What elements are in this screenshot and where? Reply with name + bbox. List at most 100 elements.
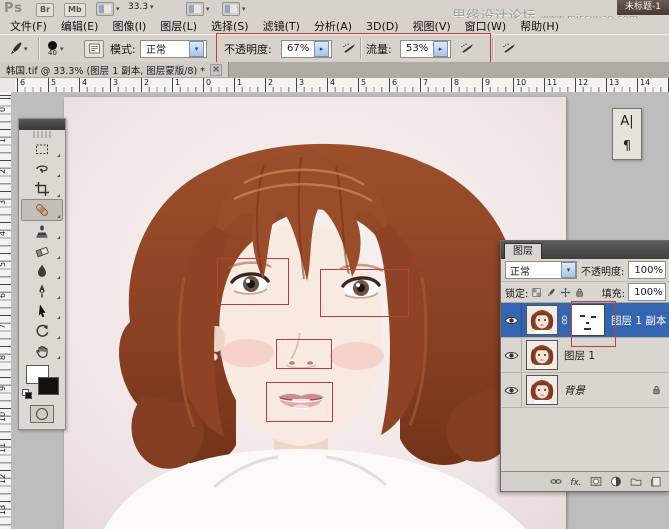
- launch-bridge-button[interactable]: Br: [36, 3, 55, 17]
- clone-stamp-tool[interactable]: [22, 221, 62, 241]
- new-adjustment-layer-button[interactable]: [608, 474, 624, 489]
- launch-mini-bridge-button[interactable]: Mb: [64, 3, 86, 17]
- menu-item-8[interactable]: 3D(D): [362, 20, 409, 33]
- default-colors-icon[interactable]: [22, 389, 32, 399]
- document-tab[interactable]: 韩国.tif @ 33.3% (图层 1 副本, 图层蒙版/8) * ×: [0, 62, 230, 77]
- new-layer-button[interactable]: [648, 474, 664, 489]
- path-selection-icon: [34, 303, 50, 319]
- brush-preset-picker[interactable]: 40 ▾: [48, 35, 64, 62]
- rotate-view-tool[interactable]: [22, 321, 62, 341]
- lock-pixels-icon[interactable]: [545, 286, 556, 299]
- layer-row-layer-1[interactable]: 图层 1: [501, 338, 669, 373]
- toggle-brush-panel-button[interactable]: [84, 35, 104, 62]
- ruler-number: 9: [485, 78, 491, 87]
- menu-item-3[interactable]: 图像(I): [108, 18, 156, 34]
- menu-item-10[interactable]: 窗口(W): [461, 18, 516, 34]
- chevron-down-icon: ▾: [150, 3, 154, 11]
- new-layer-icon: [649, 475, 663, 488]
- layer-name[interactable]: 背景: [564, 383, 585, 398]
- crop-tool[interactable]: [22, 179, 62, 199]
- view-extras-control[interactable]: ▾: [186, 2, 210, 16]
- ruler-number: 14: [640, 78, 651, 87]
- add-layer-mask-button[interactable]: [588, 474, 604, 489]
- spot-healing-brush-tool[interactable]: [21, 199, 63, 221]
- tools-panel-grip[interactable]: [33, 131, 51, 138]
- current-tool-dropdown[interactable]: ▾: [6, 35, 28, 62]
- character-panel-icon[interactable]: A|: [620, 114, 633, 129]
- tools-panel-header[interactable]: [19, 119, 65, 130]
- fill-input[interactable]: 100%: [628, 283, 667, 301]
- horizontal-ruler[interactable]: 6543210123456789101112131415: [15, 78, 669, 93]
- ruler-number: 1: [175, 78, 181, 87]
- ruler-corner[interactable]: [0, 78, 16, 93]
- opacity-value: 67%: [287, 43, 310, 54]
- menu-item-2[interactable]: 编辑(E): [57, 18, 109, 34]
- layers-blend-mode-select[interactable]: 正常 ▾: [505, 261, 578, 279]
- visibility-toggle[interactable]: [501, 303, 522, 337]
- layers-tab[interactable]: 图层: [504, 243, 542, 259]
- new-group-button[interactable]: [628, 474, 644, 489]
- eraser-tool[interactable]: [22, 241, 62, 261]
- blend-mode-select[interactable]: 正常 ▾: [140, 35, 207, 62]
- ruler-number: 9: [0, 386, 7, 391]
- flow-input[interactable]: 53% ▸: [400, 35, 451, 62]
- menu-item-1[interactable]: 文件(F): [6, 18, 57, 34]
- layer-name[interactable]: 图层 1 副本: [611, 313, 666, 328]
- quick-mask-button[interactable]: [30, 405, 54, 423]
- layer-row-background[interactable]: 背景: [501, 373, 669, 408]
- ruler-number: 3: [299, 78, 305, 87]
- ruler-number: 3: [113, 78, 119, 87]
- background-color-swatch[interactable]: [38, 377, 59, 395]
- opacity-input[interactable]: 67% ▸: [281, 35, 332, 62]
- lock-all-icon[interactable]: [574, 286, 585, 299]
- layer-name[interactable]: 图层 1: [564, 348, 595, 363]
- rectangular-marquee-tool[interactable]: [22, 139, 62, 159]
- layer-mask-thumbnail[interactable]: [571, 304, 605, 336]
- menu-item-6[interactable]: 滤镜(T): [259, 18, 310, 34]
- ruler-number: 1: [0, 138, 7, 143]
- document-canvas-image[interactable]: [64, 97, 566, 529]
- airbrush-mode-button[interactable]: [458, 35, 476, 62]
- ruler-number: 12: [578, 78, 589, 87]
- close-icon[interactable]: ×: [210, 63, 223, 76]
- ruler-number: 0: [206, 78, 212, 87]
- layer-thumbnail[interactable]: [526, 305, 558, 335]
- tablet-pressure-button[interactable]: [500, 35, 518, 62]
- color-swatches: [22, 365, 62, 401]
- ruler-number: 4: [330, 78, 336, 87]
- blur-tool[interactable]: [22, 261, 62, 281]
- screen-mode-control[interactable]: ▾: [222, 2, 246, 16]
- layer-styles-button[interactable]: [568, 474, 584, 489]
- pen-tool[interactable]: [22, 281, 62, 301]
- ruler-number: 2: [268, 78, 274, 87]
- link-layers-button[interactable]: [548, 474, 564, 489]
- menu-item-5[interactable]: 选择(S): [207, 18, 259, 34]
- ruler-number: 6: [392, 78, 398, 87]
- layer-thumbnail[interactable]: [526, 340, 558, 370]
- layer-row-layer-1-copy[interactable]: 图层 1 副本: [501, 303, 669, 338]
- lock-position-icon[interactable]: [560, 286, 571, 299]
- menu-item-9[interactable]: 视图(V): [409, 18, 461, 34]
- layers-panel-buttons: [501, 471, 669, 491]
- untitled-document-tab[interactable]: 未标题-1: [617, 0, 669, 15]
- layers-opacity-input[interactable]: 100%: [628, 261, 666, 279]
- workspace-switcher[interactable]: ▾: [96, 2, 120, 16]
- hand-tool[interactable]: [22, 341, 62, 361]
- zoom-level-control[interactable]: 33.3 ▾: [128, 2, 154, 12]
- layer-thumbnail[interactable]: [526, 375, 558, 405]
- visibility-toggle[interactable]: [501, 338, 522, 372]
- mask-link-icon[interactable]: [560, 314, 569, 326]
- rectangular-marquee-icon: [34, 141, 50, 157]
- menu-item-7[interactable]: 分析(A): [310, 18, 362, 34]
- opacity-pressure-button[interactable]: [340, 35, 358, 62]
- lasso-tool[interactable]: [22, 159, 62, 179]
- visibility-toggle[interactable]: [501, 373, 522, 407]
- ruler-number: 6: [20, 78, 26, 87]
- path-selection-tool[interactable]: [22, 301, 62, 321]
- ruler-number: 1: [237, 78, 243, 87]
- paragraph-panel-icon[interactable]: ¶: [623, 139, 631, 154]
- lock-transparency-icon[interactable]: [531, 286, 542, 299]
- menu-item-4[interactable]: 图层(L): [156, 18, 207, 34]
- ruler-number: 10: [0, 411, 7, 422]
- menu-item-11[interactable]: 帮助(H): [516, 18, 569, 34]
